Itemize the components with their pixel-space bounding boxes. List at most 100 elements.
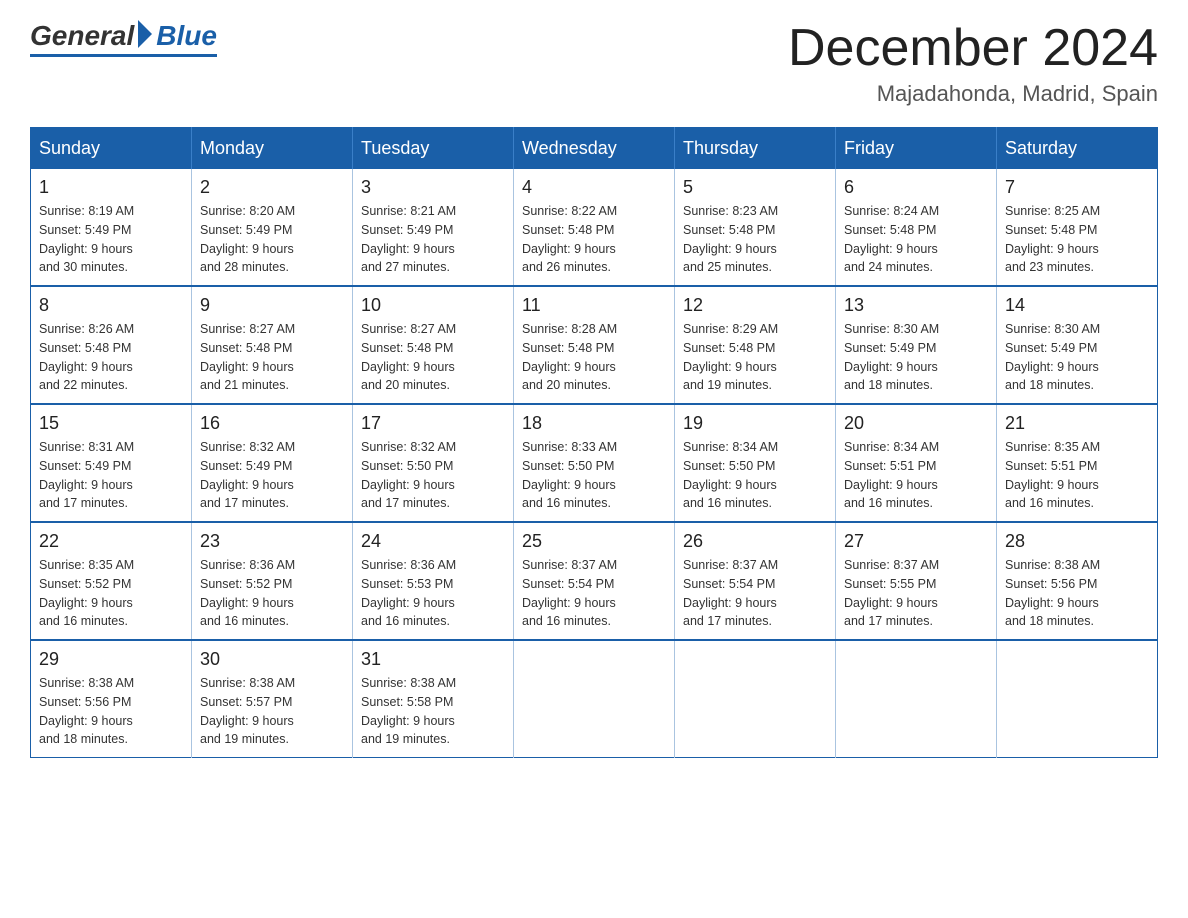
day-info: Sunrise: 8:20 AM Sunset: 5:49 PM Dayligh… [200,202,344,277]
sunset-label: Sunset: 5:56 PM [1005,577,1097,591]
day-info: Sunrise: 8:36 AM Sunset: 5:53 PM Dayligh… [361,556,505,631]
calendar-cell: 4 Sunrise: 8:22 AM Sunset: 5:48 PM Dayli… [514,169,675,286]
sunset-label: Sunset: 5:54 PM [522,577,614,591]
day-number: 26 [683,531,827,552]
sunrise-label: Sunrise: 8:35 AM [1005,440,1100,454]
calendar-cell: 26 Sunrise: 8:37 AM Sunset: 5:54 PM Dayl… [675,522,836,640]
day-number: 30 [200,649,344,670]
sunrise-label: Sunrise: 8:24 AM [844,204,939,218]
daylight-minutes: and 16 minutes. [522,496,611,510]
day-info: Sunrise: 8:26 AM Sunset: 5:48 PM Dayligh… [39,320,183,395]
weekday-header-wednesday: Wednesday [514,128,675,170]
sunrise-label: Sunrise: 8:38 AM [361,676,456,690]
daylight-minutes: and 16 minutes. [1005,496,1094,510]
sunset-label: Sunset: 5:52 PM [200,577,292,591]
location-subtitle: Majadahonda, Madrid, Spain [788,81,1158,107]
calendar-cell: 22 Sunrise: 8:35 AM Sunset: 5:52 PM Dayl… [31,522,192,640]
weekday-header-sunday: Sunday [31,128,192,170]
logo-triangle-icon [138,20,152,48]
day-info: Sunrise: 8:32 AM Sunset: 5:49 PM Dayligh… [200,438,344,513]
daylight-label: Daylight: 9 hours [844,360,938,374]
calendar-cell: 3 Sunrise: 8:21 AM Sunset: 5:49 PM Dayli… [353,169,514,286]
daylight-label: Daylight: 9 hours [683,242,777,256]
sunrise-label: Sunrise: 8:37 AM [683,558,778,572]
daylight-minutes: and 17 minutes. [683,614,772,628]
day-info: Sunrise: 8:36 AM Sunset: 5:52 PM Dayligh… [200,556,344,631]
daylight-label: Daylight: 9 hours [39,714,133,728]
day-number: 2 [200,177,344,198]
daylight-minutes: and 16 minutes. [361,614,450,628]
daylight-minutes: and 19 minutes. [361,732,450,746]
sunset-label: Sunset: 5:48 PM [39,341,131,355]
logo-general-text: General [30,20,134,52]
sunrise-label: Sunrise: 8:32 AM [200,440,295,454]
calendar-cell: 1 Sunrise: 8:19 AM Sunset: 5:49 PM Dayli… [31,169,192,286]
sunset-label: Sunset: 5:55 PM [844,577,936,591]
sunrise-label: Sunrise: 8:30 AM [844,322,939,336]
sunrise-label: Sunrise: 8:29 AM [683,322,778,336]
sunrise-label: Sunrise: 8:38 AM [1005,558,1100,572]
weekday-header-tuesday: Tuesday [353,128,514,170]
day-number: 5 [683,177,827,198]
day-info: Sunrise: 8:37 AM Sunset: 5:54 PM Dayligh… [683,556,827,631]
day-info: Sunrise: 8:33 AM Sunset: 5:50 PM Dayligh… [522,438,666,513]
day-number: 9 [200,295,344,316]
day-number: 12 [683,295,827,316]
daylight-minutes: and 18 minutes. [1005,378,1094,392]
daylight-label: Daylight: 9 hours [1005,596,1099,610]
day-info: Sunrise: 8:34 AM Sunset: 5:51 PM Dayligh… [844,438,988,513]
calendar-cell: 20 Sunrise: 8:34 AM Sunset: 5:51 PM Dayl… [836,404,997,522]
sunset-label: Sunset: 5:56 PM [39,695,131,709]
calendar-week-row: 1 Sunrise: 8:19 AM Sunset: 5:49 PM Dayli… [31,169,1158,286]
day-info: Sunrise: 8:19 AM Sunset: 5:49 PM Dayligh… [39,202,183,277]
sunrise-label: Sunrise: 8:32 AM [361,440,456,454]
sunrise-label: Sunrise: 8:27 AM [200,322,295,336]
sunset-label: Sunset: 5:48 PM [200,341,292,355]
daylight-minutes: and 17 minutes. [39,496,128,510]
sunrise-label: Sunrise: 8:36 AM [361,558,456,572]
day-info: Sunrise: 8:35 AM Sunset: 5:52 PM Dayligh… [39,556,183,631]
sunset-label: Sunset: 5:49 PM [200,223,292,237]
sunrise-label: Sunrise: 8:35 AM [39,558,134,572]
sunrise-label: Sunrise: 8:27 AM [361,322,456,336]
day-info: Sunrise: 8:38 AM Sunset: 5:56 PM Dayligh… [39,674,183,749]
daylight-minutes: and 28 minutes. [200,260,289,274]
calendar-cell [514,640,675,758]
day-number: 10 [361,295,505,316]
day-info: Sunrise: 8:23 AM Sunset: 5:48 PM Dayligh… [683,202,827,277]
day-number: 13 [844,295,988,316]
sunset-label: Sunset: 5:54 PM [683,577,775,591]
daylight-label: Daylight: 9 hours [200,596,294,610]
day-number: 6 [844,177,988,198]
daylight-label: Daylight: 9 hours [1005,360,1099,374]
day-info: Sunrise: 8:38 AM Sunset: 5:58 PM Dayligh… [361,674,505,749]
sunset-label: Sunset: 5:49 PM [39,223,131,237]
day-number: 7 [1005,177,1149,198]
day-number: 22 [39,531,183,552]
day-info: Sunrise: 8:25 AM Sunset: 5:48 PM Dayligh… [1005,202,1149,277]
day-info: Sunrise: 8:32 AM Sunset: 5:50 PM Dayligh… [361,438,505,513]
sunrise-label: Sunrise: 8:26 AM [39,322,134,336]
daylight-label: Daylight: 9 hours [683,478,777,492]
sunrise-label: Sunrise: 8:30 AM [1005,322,1100,336]
day-info: Sunrise: 8:37 AM Sunset: 5:55 PM Dayligh… [844,556,988,631]
daylight-label: Daylight: 9 hours [522,242,616,256]
daylight-minutes: and 20 minutes. [361,378,450,392]
daylight-label: Daylight: 9 hours [522,360,616,374]
calendar-cell: 10 Sunrise: 8:27 AM Sunset: 5:48 PM Dayl… [353,286,514,404]
sunset-label: Sunset: 5:50 PM [361,459,453,473]
calendar-week-row: 15 Sunrise: 8:31 AM Sunset: 5:49 PM Dayl… [31,404,1158,522]
logo-underline [30,54,217,57]
day-number: 28 [1005,531,1149,552]
day-info: Sunrise: 8:22 AM Sunset: 5:48 PM Dayligh… [522,202,666,277]
day-info: Sunrise: 8:38 AM Sunset: 5:57 PM Dayligh… [200,674,344,749]
sunrise-label: Sunrise: 8:31 AM [39,440,134,454]
daylight-label: Daylight: 9 hours [522,478,616,492]
calendar-week-row: 29 Sunrise: 8:38 AM Sunset: 5:56 PM Dayl… [31,640,1158,758]
calendar-cell [675,640,836,758]
sunrise-label: Sunrise: 8:19 AM [39,204,134,218]
day-number: 4 [522,177,666,198]
daylight-label: Daylight: 9 hours [39,360,133,374]
logo-blue-text: Blue [156,20,217,52]
day-info: Sunrise: 8:27 AM Sunset: 5:48 PM Dayligh… [361,320,505,395]
